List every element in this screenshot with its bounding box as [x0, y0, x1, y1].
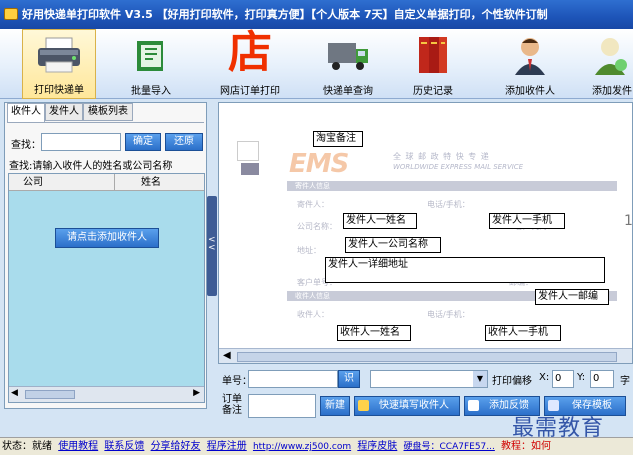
- sender-section: 寄件人信息: [287, 181, 617, 191]
- tab-recipient[interactable]: 收件人: [7, 103, 45, 123]
- skin-link[interactable]: 程序皮肤: [357, 441, 397, 452]
- person-add-icon: [594, 38, 627, 75]
- corner-mark: [237, 141, 259, 161]
- x-offset-input[interactable]: 0: [552, 370, 574, 388]
- scroll-right-icon[interactable]: ▶: [193, 388, 200, 398]
- print-waybill-button[interactable]: 打印快递单: [22, 29, 96, 99]
- option-select[interactable]: ▼: [370, 370, 488, 388]
- edge-digit: 1: [624, 213, 633, 229]
- corner-block: [241, 163, 259, 175]
- taobao-note-field[interactable]: 淘宝备注: [313, 131, 363, 147]
- truck-icon: [328, 43, 368, 70]
- confirm-button[interactable]: 确定: [125, 133, 161, 151]
- add-recipient-list-button[interactable]: 请点击添加收件人: [55, 228, 159, 248]
- books-icon: [419, 37, 447, 73]
- column-company[interactable]: 公司: [23, 174, 43, 191]
- new-button[interactable]: 新建: [320, 396, 350, 416]
- font-label: 字: [620, 376, 630, 387]
- quick-fill-recipient-button[interactable]: 快速填写收件人: [354, 396, 460, 416]
- app-icon: [4, 8, 18, 20]
- collapse-icon: < <: [208, 235, 216, 253]
- title-bar: 好用快递单打印软件 V3.5 【好用打印软件，打印真方便】【个人版本 7天】自定…: [0, 0, 633, 29]
- person-icon: [515, 38, 545, 75]
- restore-button[interactable]: 还原: [165, 133, 203, 151]
- recipient-list[interactable]: 公司 姓名 请点击添加收件人 ◀ ▶: [8, 173, 205, 403]
- batch-import-button[interactable]: 批量导入: [116, 29, 186, 99]
- list-header: 公司 姓名: [9, 174, 204, 191]
- quick-fill-icon: [358, 400, 369, 411]
- disk-id-link[interactable]: 硬盘号：CCA7FE57...: [404, 442, 495, 452]
- recipient-panel: 收件人 发件人 模板列表 查找： 确定 还原 查找:请输入收件人的姓名或公司名称…: [4, 102, 207, 409]
- teach-text: 教程：如何: [501, 441, 552, 452]
- history-button[interactable]: 历史记录: [398, 29, 468, 99]
- sender-postcode-field[interactable]: 发件人一邮编: [535, 289, 609, 305]
- ems-logo: EMS: [289, 149, 349, 179]
- contact-link[interactable]: 联系反馈: [104, 441, 144, 452]
- sender-phone-field[interactable]: 发件人一手机: [489, 213, 565, 229]
- shop-order-print-button[interactable]: 店 网店订单打印: [212, 29, 288, 99]
- add-sender-button[interactable]: 添加发件: [586, 29, 633, 99]
- order-note-input[interactable]: [248, 394, 316, 418]
- order-input[interactable]: [248, 370, 338, 388]
- receiver-phone-field[interactable]: 收件人一手机: [485, 325, 561, 341]
- sender-company-field[interactable]: 发件人一公司名称: [345, 237, 441, 253]
- scroll-left-icon[interactable]: ◀: [11, 388, 18, 398]
- identify-button[interactable]: 识: [338, 370, 360, 388]
- printer-icon: [38, 37, 80, 73]
- offset-label: 打印偏移: [492, 376, 532, 387]
- order-note-label: 订单 备注: [222, 394, 242, 416]
- x-label: X:: [539, 372, 550, 383]
- tab-template-list[interactable]: 模板列表: [83, 103, 133, 121]
- ems-form: EMS 全 球 邮 政 特 快 专 递 WORLDWIDE EXPRESS MA…: [287, 143, 617, 348]
- panel-splitter[interactable]: < <: [207, 196, 217, 296]
- chevron-down-icon[interactable]: ▼: [473, 371, 487, 387]
- column-name[interactable]: 姓名: [114, 174, 161, 191]
- register-link[interactable]: 程序注册: [207, 441, 247, 452]
- tab-sender[interactable]: 发件人: [45, 103, 83, 121]
- waybill-preview: EMS 全 球 邮 政 特 快 专 递 WORLDWIDE EXPRESS MA…: [218, 102, 633, 364]
- preview-hscrollbar[interactable]: ◀: [219, 348, 632, 363]
- list-hscrollbar[interactable]: ◀ ▶: [9, 386, 204, 402]
- scroll-thumb[interactable]: [237, 352, 617, 362]
- website-link[interactable]: http://www.zj500.com: [253, 442, 351, 452]
- feedback-icon: [468, 400, 479, 411]
- y-label: Y:: [577, 372, 586, 383]
- receiver-name-field[interactable]: 收件人一姓名: [337, 325, 411, 341]
- tutorial-link[interactable]: 使用教程: [58, 441, 98, 452]
- scroll-left-icon[interactable]: ◀: [223, 350, 231, 361]
- find-label: 查找：: [11, 140, 41, 151]
- sender-name-field[interactable]: 发件人一姓名: [343, 213, 417, 229]
- find-hint: 查找:请输入收件人的姓名或公司名称: [9, 161, 173, 172]
- import-icon: [137, 41, 163, 71]
- shop-icon: 店: [228, 27, 272, 78]
- share-link[interactable]: 分享给好友: [151, 441, 201, 452]
- find-input[interactable]: [41, 133, 121, 151]
- status-bar: 状态：就绪 使用教程 联系反馈 分享给好友 程序注册 http://www.zj…: [0, 437, 633, 455]
- scroll-thumb[interactable]: [25, 390, 75, 399]
- ems-english: WORLDWIDE EXPRESS MAIL SERVICE: [393, 163, 524, 171]
- ems-chinese: 全 球 邮 政 特 快 专 递: [393, 152, 490, 161]
- window-title: 好用快递单打印软件 V3.5 【好用打印软件，打印真方便】【个人版本 7天】自定…: [22, 8, 548, 21]
- y-offset-input[interactable]: 0: [590, 370, 614, 388]
- main-toolbar: 打印快递单 批量导入 店 网店订单打印 快递单查询 历史记录 添加收件人 添加发…: [0, 29, 633, 99]
- waybill-query-button[interactable]: 快递单查询: [310, 29, 386, 99]
- sender-address-field[interactable]: 发件人一详细地址: [325, 257, 605, 283]
- status-text: 状态：就绪: [2, 441, 52, 452]
- add-recipient-button[interactable]: 添加收件人: [490, 29, 570, 99]
